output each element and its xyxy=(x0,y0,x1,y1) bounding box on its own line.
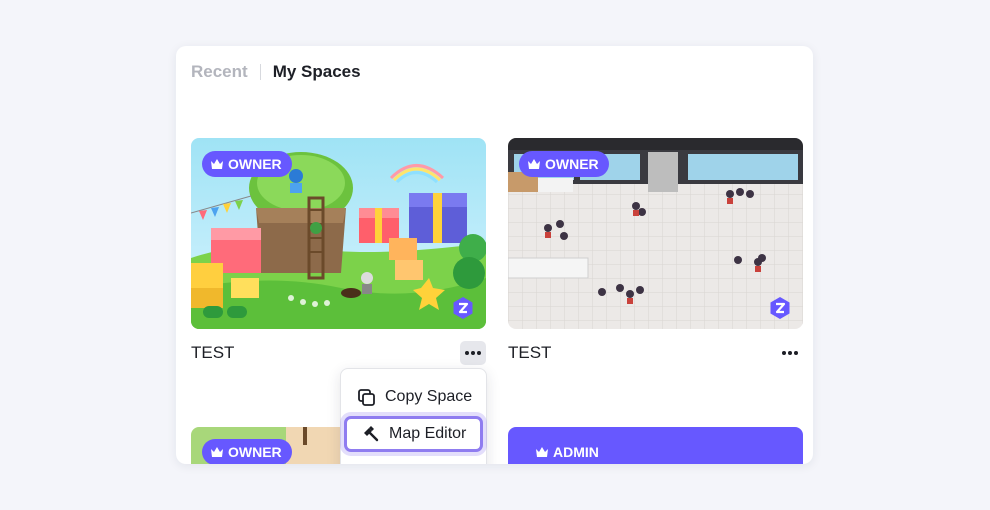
more-icon xyxy=(465,351,481,355)
crown-icon xyxy=(536,447,548,457)
role-badge: ADMIN xyxy=(519,439,609,464)
more-options-button[interactable] xyxy=(460,341,486,365)
space-thumbnail[interactable]: OWNER xyxy=(191,138,486,329)
role-label: OWNER xyxy=(228,444,282,460)
crown-icon xyxy=(211,159,223,169)
more-icon xyxy=(782,351,798,355)
crown-icon xyxy=(211,447,223,457)
space-thumbnail[interactable]: OWNER xyxy=(508,138,803,329)
role-badge: OWNER xyxy=(202,151,292,177)
zep-logo-icon xyxy=(770,297,790,319)
tab-my-spaces[interactable]: My Spaces xyxy=(273,62,361,82)
space-context-menu: Copy Space Map Editor xyxy=(340,368,487,464)
role-badge: OWNER xyxy=(202,439,292,464)
space-tabs: Recent My Spaces xyxy=(191,62,361,82)
space-card[interactable]: ADMIN xyxy=(508,427,803,464)
tab-recent[interactable]: Recent xyxy=(191,62,248,82)
role-label: OWNER xyxy=(545,156,599,172)
space-card[interactable]: OWNER TEST xyxy=(508,138,803,362)
space-card[interactable]: OWNER TEST xyxy=(191,138,486,365)
crown-icon xyxy=(528,159,540,169)
menu-item-copy-space[interactable]: Copy Space xyxy=(341,380,472,414)
more-options-button[interactable] xyxy=(777,341,803,365)
menu-item-map-editor[interactable]: Map Editor xyxy=(344,416,483,452)
space-title[interactable]: TEST xyxy=(191,343,234,363)
menu-item-label: Map Editor xyxy=(389,425,467,442)
space-title[interactable]: TEST xyxy=(508,343,551,363)
hammer-icon xyxy=(364,426,379,442)
menu-item-label: Copy Space xyxy=(385,388,473,405)
tab-divider xyxy=(259,64,261,80)
role-label: ADMIN xyxy=(553,444,599,460)
role-badge: OWNER xyxy=(519,151,609,177)
role-label: OWNER xyxy=(228,156,282,172)
my-spaces-panel: Recent My Spaces OWNER TEST OWNER TEST O… xyxy=(176,46,813,464)
zep-logo-icon xyxy=(453,297,473,319)
copy-icon xyxy=(358,388,375,406)
